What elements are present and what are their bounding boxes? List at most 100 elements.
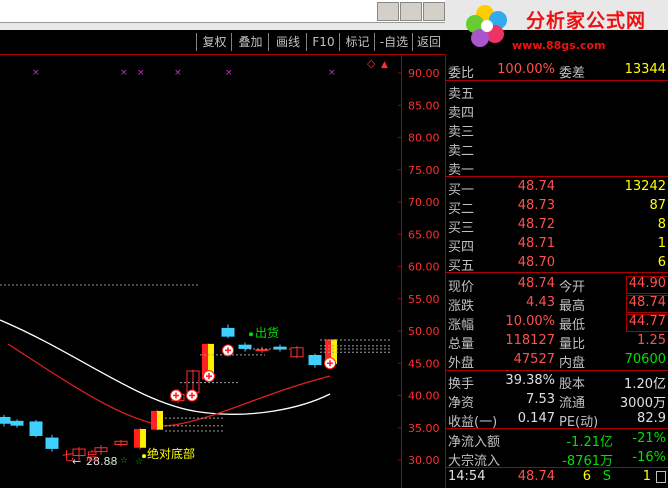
candle-body xyxy=(273,346,287,350)
sell-label: 卖二 xyxy=(448,144,475,159)
weicha-value: 13344 xyxy=(624,62,666,77)
buy-row: 买五 48.70 6 xyxy=(446,254,668,274)
stat-value: 1.20亿 xyxy=(624,377,666,392)
ma-white-line xyxy=(0,319,331,415)
candle-body xyxy=(0,416,11,424)
sell-row: 卖一 xyxy=(446,158,668,178)
triangle-icon: ▲ xyxy=(381,60,388,70)
menu-button-3[interactable]: F10 xyxy=(306,33,340,51)
flow-percent: -21% xyxy=(632,431,666,446)
stats2-row: 收益(一) 0.147 PE(动) 82.9 xyxy=(446,410,668,430)
stat-label: 净资 xyxy=(448,396,475,411)
candle-body xyxy=(45,437,59,449)
sell-label: 卖三 xyxy=(448,125,475,140)
buy-price: 48.74 xyxy=(517,179,555,194)
stat-label: 外盘 xyxy=(448,356,475,371)
annotation-dibu: 绝对底部 xyxy=(147,446,195,461)
stat-label: 量比 xyxy=(559,337,586,352)
stat-label: 现价 xyxy=(448,280,475,295)
axis-tick-label: 90.00 xyxy=(408,67,440,80)
divider xyxy=(446,428,668,429)
buy-row: 买一 48.74 13242 xyxy=(446,178,668,198)
menu-button-6[interactable]: 返回 xyxy=(412,33,445,51)
stat-value: 4.43 xyxy=(526,295,555,310)
sell-label: 卖五 xyxy=(448,87,475,102)
star-icon: ☆ xyxy=(135,457,143,467)
stat-value: 10.00% xyxy=(505,314,555,329)
divider xyxy=(446,80,668,81)
tick-time: 14:54 xyxy=(448,469,486,484)
tick-direction: S xyxy=(602,469,611,484)
axis-tick-label: 45.00 xyxy=(408,357,440,370)
buy-price: 48.70 xyxy=(517,255,555,270)
flow-row: 大宗流入 -8761万 -16% xyxy=(446,449,668,469)
menu-button-2[interactable]: 画线 xyxy=(268,33,307,51)
diamond-icon: ◇ xyxy=(367,57,376,70)
stat-value: 47527 xyxy=(513,352,555,367)
ma-red-line xyxy=(7,343,331,427)
stat-value: 1.25 xyxy=(637,333,666,348)
candle-body xyxy=(10,420,24,426)
stats-row: 总量 118127 量比 1.25 xyxy=(446,332,668,352)
menu-button-4[interactable]: 标记 xyxy=(339,33,375,51)
stat-label: 流通 xyxy=(559,396,586,411)
axis-tick-label: 50.00 xyxy=(408,325,440,338)
candle-body xyxy=(238,344,252,349)
buy-label: 买二 xyxy=(448,202,475,217)
stats-row: 外盘 47527 内盘 70600 xyxy=(446,351,668,371)
flow-percent: -16% xyxy=(632,450,666,465)
tick-volume: 6 xyxy=(582,469,591,484)
flow-row: 净流入额 -1.21亿 -21% xyxy=(446,430,668,450)
divider xyxy=(446,272,668,273)
stat-value: 70600 xyxy=(624,352,666,367)
candle-body-yellow xyxy=(140,429,146,448)
stat-label: 总量 xyxy=(448,337,475,352)
maximize-button[interactable] xyxy=(400,2,422,21)
buy-volume: 13242 xyxy=(624,179,666,194)
purple-marker: × xyxy=(174,68,182,78)
axis-tick-label: 85.00 xyxy=(408,99,440,112)
weibi-label: 委比 xyxy=(448,66,475,81)
annotation-chuhuo: 出货 xyxy=(255,325,279,340)
buy-volume: 6 xyxy=(657,255,666,270)
weicha-label: 委差 xyxy=(559,66,586,81)
stat-value: 82.9 xyxy=(637,411,666,426)
stat-value: 0.147 xyxy=(517,411,555,426)
candle-body-red xyxy=(134,429,140,448)
stat-label: 股本 xyxy=(559,377,586,392)
logo-text: 分析家公式网 xyxy=(526,10,647,32)
axis-tick-label: 65.00 xyxy=(408,228,440,241)
menu-button-5[interactable]: -自选 xyxy=(374,33,413,51)
weibi-row: 委比 100.00% 委差 13344 xyxy=(446,61,668,81)
purple-marker: × xyxy=(137,68,145,78)
close-button[interactable] xyxy=(423,2,445,21)
stats2-row: 净资 7.53 流通 3000万 xyxy=(446,391,668,411)
buy-price: 48.72 xyxy=(517,217,555,232)
highlight-box xyxy=(626,314,668,332)
candle-body xyxy=(29,421,43,436)
purple-marker: × xyxy=(32,68,40,78)
menu-button-0[interactable]: 复权 xyxy=(196,33,232,51)
scroll-square-icon[interactable] xyxy=(656,471,666,483)
axis-tick-label: 40.00 xyxy=(408,390,440,403)
axis-tick-label: 70.00 xyxy=(408,196,440,209)
tick-row: 14:54 48.74 6 S 1 xyxy=(446,468,668,487)
title-area xyxy=(0,0,445,23)
menu-button-1[interactable]: 叠加 xyxy=(231,33,269,51)
buy-volume: 87 xyxy=(649,198,666,213)
window-titlebar: 分析家公式网 xyxy=(0,0,668,47)
stat-value: 7.53 xyxy=(526,392,555,407)
divider xyxy=(446,176,668,177)
buy-volume: 8 xyxy=(657,217,666,232)
buy-volume: 1 xyxy=(657,236,666,251)
kline-chart[interactable]: 90.00 85.00 80.00 75.00 70.00 65.00 60.00 55.00… xyxy=(0,54,445,488)
candle-body xyxy=(308,355,322,366)
candle-body xyxy=(255,349,269,352)
stat-value: 48.74 xyxy=(517,276,555,291)
purple-marker: × xyxy=(328,68,336,78)
quote-panel: 委比 100.00% 委差 13344 卖五 卖四 卖三 卖二 卖一 买一 48.74 13242 买二… xyxy=(445,54,668,488)
minimize-button[interactable] xyxy=(377,2,399,21)
stats2-row: 换手 39.38% 股本 1.20亿 xyxy=(446,372,668,392)
axis-tick-label: 75.00 xyxy=(408,164,440,177)
buy-label: 买四 xyxy=(448,240,475,255)
